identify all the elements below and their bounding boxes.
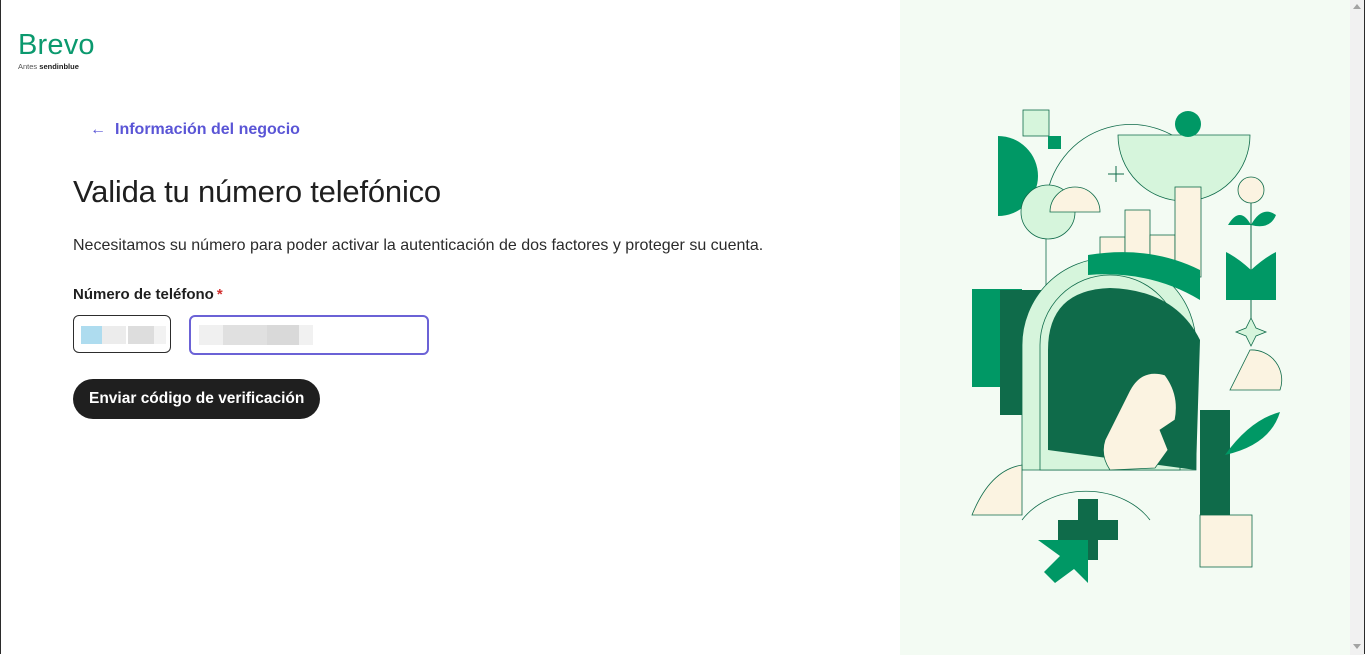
- redacted-content: [128, 326, 154, 344]
- scroll-down-icon[interactable]: [1353, 644, 1361, 649]
- logo-sub-muted: Antes: [18, 62, 38, 71]
- redacted-content: [102, 326, 126, 344]
- redacted-content: [267, 325, 301, 345]
- illustration-panel: [900, 0, 1350, 655]
- logo-subtitle: Antes sendinblue: [18, 62, 95, 72]
- country-code-select[interactable]: [73, 315, 171, 353]
- arrow-left-icon: ←: [90, 121, 106, 138]
- redacted-content: [199, 325, 225, 345]
- page-title: Valida tu número telefónico: [73, 174, 441, 209]
- required-marker: *: [216, 286, 223, 303]
- send-verification-code-button[interactable]: Enviar código de verificación: [73, 379, 321, 419]
- security-illustration: [971, 109, 1283, 583]
- logo-wordmark: Brevo: [18, 29, 95, 61]
- scroll-up-icon[interactable]: [1353, 4, 1361, 9]
- page-description: Necesitamos su número para poder activar…: [73, 237, 764, 254]
- phone-number-input[interactable]: [189, 315, 429, 355]
- redacted-content: [223, 325, 269, 345]
- country-flag-icon: [81, 326, 102, 344]
- phone-label-text: Número de teléfono: [73, 286, 214, 303]
- back-link-label: Información del negocio: [115, 121, 300, 138]
- logo-sub-bold: sendinblue: [39, 62, 79, 71]
- brevo-logo: Brevo Antes sendinblue: [18, 29, 95, 72]
- phone-label: Número de teléfono *: [73, 286, 223, 303]
- redacted-content: [154, 326, 166, 344]
- main-panel: Brevo Antes sendinblue ← Información del…: [1, 0, 900, 655]
- redacted-content: [299, 325, 313, 345]
- back-link[interactable]: ← Información del negocio: [90, 121, 300, 139]
- vertical-scrollbar[interactable]: [1350, 0, 1364, 655]
